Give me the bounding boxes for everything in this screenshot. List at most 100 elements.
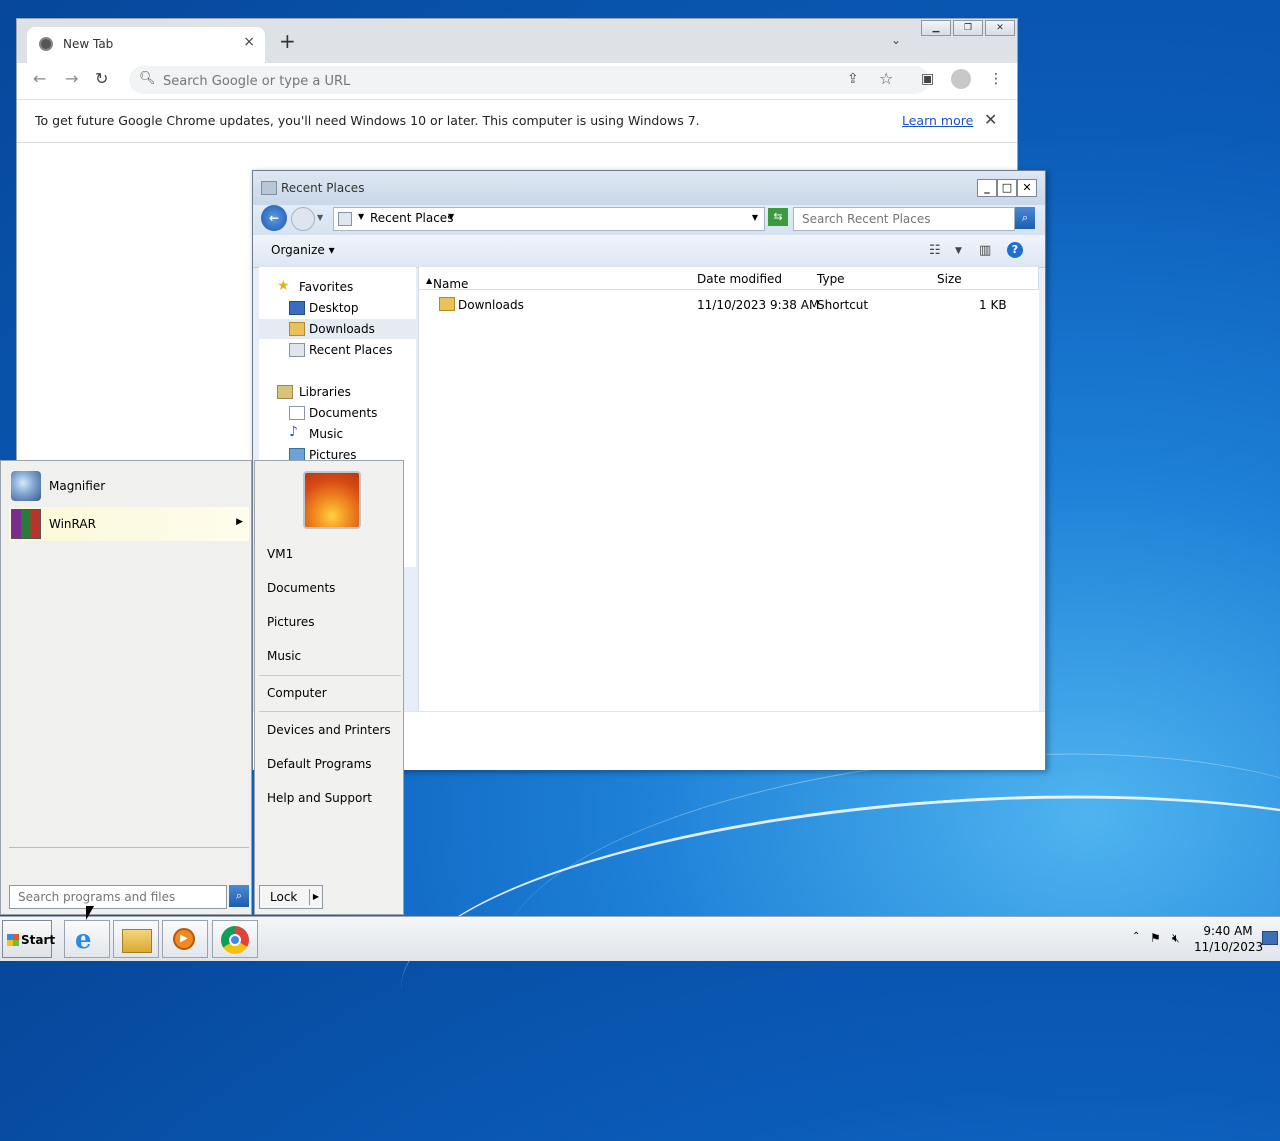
recent-pages-dropdown-icon[interactable]: ▼	[317, 213, 323, 222]
search-icon[interactable]: ⌕	[229, 885, 249, 907]
nav-documents[interactable]: Documents	[259, 403, 416, 423]
minimize-icon[interactable]: ▁	[921, 20, 951, 36]
winrar-icon	[11, 509, 41, 539]
forward-arrow-icon[interactable]: →	[65, 69, 78, 88]
program-label: Magnifier	[49, 479, 106, 493]
refresh-icon[interactable]: ⇆	[768, 208, 788, 226]
back-arrow-icon[interactable]: ←	[33, 69, 46, 88]
close-icon[interactable]: ✕	[985, 20, 1015, 36]
nav-downloads[interactable]: Downloads	[259, 319, 416, 339]
music-note-icon: ♪	[289, 424, 298, 440]
address-box[interactable]: ▼ Recent Places ▼ ▼	[333, 207, 765, 231]
restore-icon[interactable]: ❐	[953, 20, 983, 36]
show-hidden-icons-chevron-icon[interactable]: ⌃	[1132, 931, 1140, 942]
search-icon: 🔍︎	[139, 71, 156, 86]
taskbar-file-explorer[interactable]	[113, 920, 159, 958]
tab-search-icon[interactable]: ⌄	[891, 33, 901, 47]
nav-music[interactable]: ♪ Music	[259, 424, 416, 444]
preview-pane-icon[interactable]: ▥	[979, 243, 991, 258]
breadcrumb-arrow-icon[interactable]: ▼	[358, 212, 364, 221]
close-icon[interactable]: ✕	[1017, 179, 1037, 197]
mouse-cursor-icon	[86, 906, 94, 920]
explorer-search-box[interactable]	[793, 207, 1015, 231]
breadcrumb-dropdown-icon[interactable]: ▼	[448, 212, 454, 221]
tab-close-icon[interactable]: ×	[243, 34, 255, 50]
nav-recent-places[interactable]: Recent Places	[259, 340, 416, 360]
explorer-address-bar: ← ▼ ▼ Recent Places ▼ ▼ ⇆ ⌕	[253, 205, 1045, 235]
start-search-input[interactable]	[16, 889, 220, 905]
change-view-icon[interactable]: ☷	[929, 243, 941, 258]
column-header-date[interactable]: Date modified	[690, 267, 811, 290]
start-link-default-programs[interactable]: Default Programs	[267, 757, 372, 771]
start-link-user[interactable]: VM1	[267, 547, 293, 561]
start-link-help[interactable]: Help and Support	[267, 791, 372, 805]
start-link-pictures[interactable]: Pictures	[267, 615, 315, 629]
address-history-dropdown-icon[interactable]: ▼	[752, 213, 758, 222]
forward-button[interactable]	[291, 207, 315, 231]
explorer-titlebar: Recent Places _ □ ✕	[253, 171, 1045, 205]
start-menu-programs: Magnifier WinRAR ▶ ⌕	[0, 460, 252, 915]
taskbar-chrome[interactable]	[212, 920, 258, 958]
windows-flag-icon	[7, 934, 19, 946]
back-button[interactable]: ←	[261, 205, 287, 231]
minimize-icon[interactable]: _	[977, 179, 997, 197]
update-infobar: To get future Google Chrome updates, you…	[17, 99, 1017, 143]
file-name: Downloads	[458, 298, 524, 312]
sort-ascending-icon: ▲	[426, 276, 433, 285]
nav-desktop[interactable]: Desktop	[259, 298, 416, 318]
infobar-close-icon[interactable]: ✕	[984, 110, 997, 129]
nav-libraries[interactable]: Libraries	[259, 382, 416, 402]
program-winrar[interactable]: WinRAR ▶	[9, 507, 249, 541]
new-tab-button[interactable]: +	[279, 29, 296, 53]
omnibox[interactable]: 🔍︎ ⇪ ☆	[129, 66, 929, 94]
file-list: Name ▲ Date modified Type Size Downloads…	[418, 267, 1039, 711]
folder-icon	[122, 929, 152, 953]
start-link-music[interactable]: Music	[267, 649, 301, 663]
taskbar-clock[interactable]: 9:40 AM 11/10/2023	[1194, 923, 1263, 955]
tab-title: New Tab	[63, 37, 114, 51]
profile-avatar-icon[interactable]	[951, 69, 971, 89]
lock-label: Lock	[270, 890, 298, 904]
learn-more-link[interactable]: Learn more	[902, 113, 973, 128]
libraries-icon	[277, 385, 293, 399]
user-picture-flower[interactable]	[303, 471, 361, 529]
start-link-computer[interactable]: Computer	[267, 686, 327, 700]
start-link-documents[interactable]: Documents	[267, 581, 335, 595]
side-panel-icon[interactable]: ▣	[921, 71, 934, 87]
column-header-size[interactable]: Size	[930, 267, 1011, 290]
reload-icon[interactable]: ↻	[95, 69, 108, 88]
lock-button[interactable]: Lock ▶	[259, 885, 323, 909]
tab-new-tab[interactable]: New Tab ×	[27, 27, 265, 63]
search-icon[interactable]: ⌕	[1015, 207, 1035, 229]
submenu-arrow-icon: ▶	[236, 517, 243, 527]
recent-places-icon	[261, 181, 277, 195]
shutdown-options-arrow-icon[interactable]: ▶	[309, 889, 322, 905]
column-header-name[interactable]: Name ▲	[419, 267, 691, 291]
omnibox-input[interactable]	[161, 70, 805, 92]
menu-kebab-icon[interactable]: ⋮	[989, 71, 1003, 87]
show-desktop-icon[interactable]	[1262, 931, 1278, 945]
explorer-search-input[interactable]	[800, 211, 1004, 227]
file-row[interactable]: Downloads 11/10/2023 9:38 AM Shortcut 1 …	[419, 295, 1039, 315]
taskbar-internet-explorer[interactable]: e	[64, 920, 110, 958]
start-menu: Magnifier WinRAR ▶ ⌕ VM1 Documents Pictu…	[0, 460, 404, 915]
nav-favorites[interactable]: ★ Favorites	[259, 277, 416, 297]
nav-label: Recent Places	[309, 343, 393, 357]
maximize-icon[interactable]: □	[997, 179, 1017, 197]
taskbar-media-player[interactable]: ▶	[162, 920, 208, 958]
folder-shortcut-icon	[439, 297, 455, 311]
share-icon[interactable]: ⇪	[847, 71, 859, 87]
start-search-box[interactable]	[9, 885, 227, 909]
nav-label: Libraries	[299, 385, 351, 399]
nav-label: Favorites	[299, 280, 354, 294]
action-center-icon[interactable]: ⚑	[1150, 931, 1161, 945]
view-dropdown-icon[interactable]: ▼	[955, 246, 962, 256]
start-link-devices[interactable]: Devices and Printers	[267, 723, 391, 737]
column-header-type[interactable]: Type	[810, 267, 931, 290]
program-magnifier[interactable]: Magnifier	[9, 469, 249, 503]
bookmark-star-icon[interactable]: ☆	[879, 69, 893, 88]
start-button[interactable]: Start	[2, 920, 55, 958]
help-icon[interactable]: ?	[1007, 242, 1023, 258]
organize-button[interactable]: Organize ▾	[271, 243, 335, 257]
volume-muted-icon[interactable]: 🔇︎	[1172, 931, 1180, 946]
